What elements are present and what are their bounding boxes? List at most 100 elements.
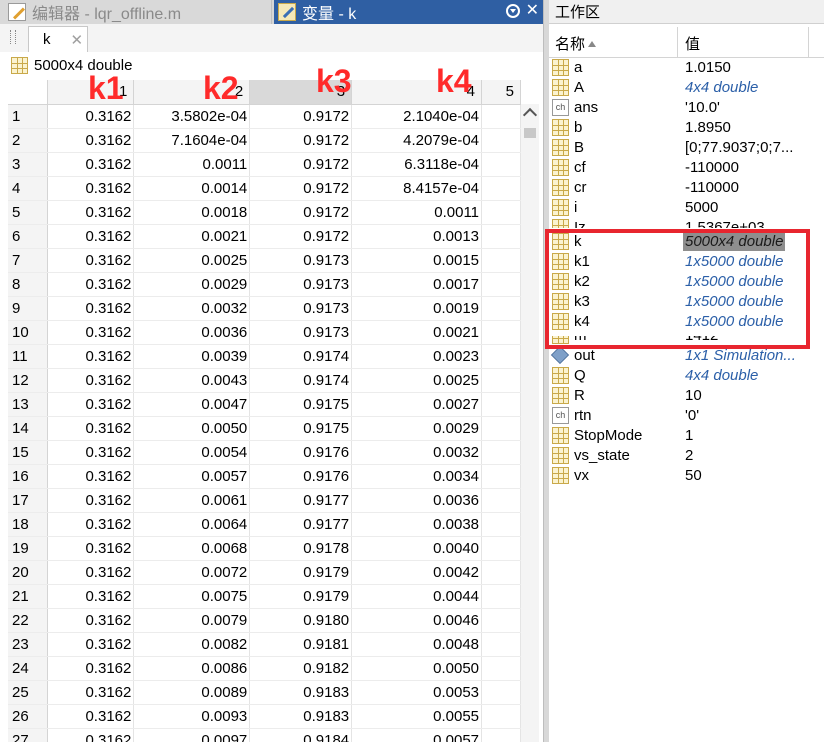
table-cell-col-5[interactable] (481, 704, 521, 729)
table-cell-col-1[interactable]: 0.3162 (47, 296, 135, 321)
column-divider[interactable] (677, 27, 678, 57)
workspace-row-k[interactable]: k 5000x4 double (549, 232, 824, 252)
table-cell-col-1[interactable]: 0.3162 (47, 200, 135, 225)
workspace-row-a[interactable]: A 4x4 double (549, 78, 824, 98)
workspace-row-b[interactable]: B [0;77.9037;0;7... (549, 138, 824, 158)
table-cell-col-5[interactable] (481, 392, 521, 417)
table-cell-col-3[interactable]: 0.9177 (249, 488, 353, 513)
table-cell-col-5[interactable] (481, 104, 521, 129)
table-cell-col-5[interactable] (481, 296, 521, 321)
table-cell-col-2[interactable]: 0.0061 (133, 488, 251, 513)
table-cell-col-5[interactable] (481, 368, 521, 393)
column-header-3[interactable]: 3 (249, 80, 353, 105)
table-cell-col-1[interactable]: 0.3162 (47, 176, 135, 201)
table-cell-col-1[interactable]: 0.3162 (47, 416, 135, 441)
table-cell-col-4[interactable]: 0.0040 (351, 536, 483, 561)
table-cell-col-2[interactable]: 0.0021 (133, 224, 251, 249)
table-cell-col-2[interactable]: 0.0072 (133, 560, 251, 585)
column-header-2[interactable]: 2 (133, 80, 251, 105)
table-cell-col-1[interactable]: 0.3162 (47, 440, 135, 465)
table-cell-col-3[interactable]: 0.9172 (249, 104, 353, 129)
table-cell-col-2[interactable]: 0.0047 (133, 392, 251, 417)
table-cell-col-5[interactable] (481, 488, 521, 513)
table-cell-col-3[interactable]: 0.9175 (249, 416, 353, 441)
table-cell-col-1[interactable]: 0.3162 (47, 632, 135, 657)
table-cell-col-2[interactable]: 0.0089 (133, 680, 251, 705)
table-cell-col-3[interactable]: 0.9176 (249, 440, 353, 465)
table-cell-col-3[interactable]: 0.9176 (249, 464, 353, 489)
column-divider[interactable] (808, 27, 809, 57)
workspace-row-stopmode[interactable]: StopMode 1 (549, 426, 824, 446)
scrollbar-thumb[interactable] (524, 128, 536, 138)
row-header[interactable]: 21 (8, 584, 49, 609)
row-header[interactable]: 8 (8, 272, 49, 297)
table-cell-col-3[interactable]: 0.9174 (249, 368, 353, 393)
table-cell-col-5[interactable] (481, 128, 521, 153)
table-cell-col-1[interactable]: 0.3162 (47, 704, 135, 729)
table-cell-col-4[interactable]: 0.0019 (351, 296, 483, 321)
table-cell-col-3[interactable]: 0.9184 (249, 728, 353, 742)
row-header[interactable]: 23 (8, 632, 49, 657)
table-cell-col-5[interactable] (481, 344, 521, 369)
table-cell-col-3[interactable]: 0.9183 (249, 680, 353, 705)
table-cell-col-3[interactable]: 0.9173 (249, 272, 353, 297)
table-cell-col-2[interactable]: 0.0064 (133, 512, 251, 537)
table-cell-col-1[interactable]: 0.3162 (47, 536, 135, 561)
workspace-row-iz[interactable]: Iz 1.5367e+03 (549, 218, 824, 228)
row-header[interactable]: 20 (8, 560, 49, 585)
table-cell-col-4[interactable]: 0.0029 (351, 416, 483, 441)
row-header[interactable]: 13 (8, 392, 49, 417)
grip-handle-icon[interactable] (10, 30, 16, 44)
table-cell-col-4[interactable]: 4.2079e-04 (351, 128, 483, 153)
table-cell-col-5[interactable] (481, 680, 521, 705)
workspace-row-vs_state[interactable]: vs_state 2 (549, 446, 824, 466)
table-cell-col-2[interactable]: 0.0050 (133, 416, 251, 441)
table-cell-col-2[interactable]: 7.1604e-04 (133, 128, 251, 153)
table-cell-col-5[interactable] (481, 560, 521, 585)
table-cell-col-5[interactable] (481, 584, 521, 609)
table-cell-col-2[interactable]: 0.0068 (133, 536, 251, 561)
table-cell-col-4[interactable]: 0.0015 (351, 248, 483, 273)
table-cell-col-3[interactable]: 0.9181 (249, 632, 353, 657)
table-cell-col-2[interactable]: 0.0036 (133, 320, 251, 345)
table-cell-col-2[interactable]: 0.0086 (133, 656, 251, 681)
table-cell-col-4[interactable]: 0.0044 (351, 584, 483, 609)
table-cell-col-5[interactable] (481, 248, 521, 273)
table-cell-col-4[interactable]: 0.0042 (351, 560, 483, 585)
workspace-row-k4[interactable]: k4 1x5000 double (549, 312, 824, 332)
row-header[interactable]: 9 (8, 296, 49, 321)
table-cell-col-2[interactable]: 0.0097 (133, 728, 251, 742)
row-header[interactable]: 25 (8, 680, 49, 705)
table-cell-col-2[interactable]: 0.0014 (133, 176, 251, 201)
table-cell-col-5[interactable] (481, 224, 521, 249)
table-cell-col-2[interactable]: 3.5802e-04 (133, 104, 251, 129)
table-cell-col-2[interactable]: 0.0057 (133, 464, 251, 489)
circle-chevron-down-icon[interactable] (505, 4, 520, 18)
table-cell-col-2[interactable]: 0.0075 (133, 584, 251, 609)
table-cell-col-4[interactable]: 0.0036 (351, 488, 483, 513)
table-cell-col-2[interactable]: 0.0079 (133, 608, 251, 633)
table-cell-col-4[interactable]: 0.0017 (351, 272, 483, 297)
workspace-row-b[interactable]: b 1.8950 (549, 118, 824, 138)
table-cell-col-5[interactable] (481, 536, 521, 561)
table-cell-col-1[interactable]: 0.3162 (47, 368, 135, 393)
table-cell-col-1[interactable]: 0.3162 (47, 680, 135, 705)
row-header[interactable]: 26 (8, 704, 49, 729)
table-cell-col-2[interactable]: 0.0093 (133, 704, 251, 729)
table-cell-col-4[interactable]: 0.0027 (351, 392, 483, 417)
table-cell-col-4[interactable]: 0.0034 (351, 464, 483, 489)
workspace-row-k2[interactable]: k2 1x5000 double (549, 272, 824, 292)
table-cell-col-4[interactable]: 0.0053 (351, 680, 483, 705)
table-cell-col-1[interactable]: 0.3162 (47, 488, 135, 513)
table-cell-col-4[interactable]: 0.0032 (351, 440, 483, 465)
table-cell-col-5[interactable] (481, 512, 521, 537)
table-cell-col-1[interactable]: 0.3162 (47, 656, 135, 681)
table-cell-col-1[interactable]: 0.3162 (47, 560, 135, 585)
workspace-row-out[interactable]: out 1x1 Simulation... (549, 345, 824, 366)
row-header[interactable]: 14 (8, 416, 49, 441)
table-cell-col-4[interactable]: 0.0038 (351, 512, 483, 537)
table-cell-col-1[interactable]: 0.3162 (47, 272, 135, 297)
name-column-header[interactable]: 名称 (555, 33, 597, 54)
table-cell-col-1[interactable]: 0.3162 (47, 248, 135, 273)
workspace-row-a[interactable]: a 1.0150 (549, 58, 824, 78)
